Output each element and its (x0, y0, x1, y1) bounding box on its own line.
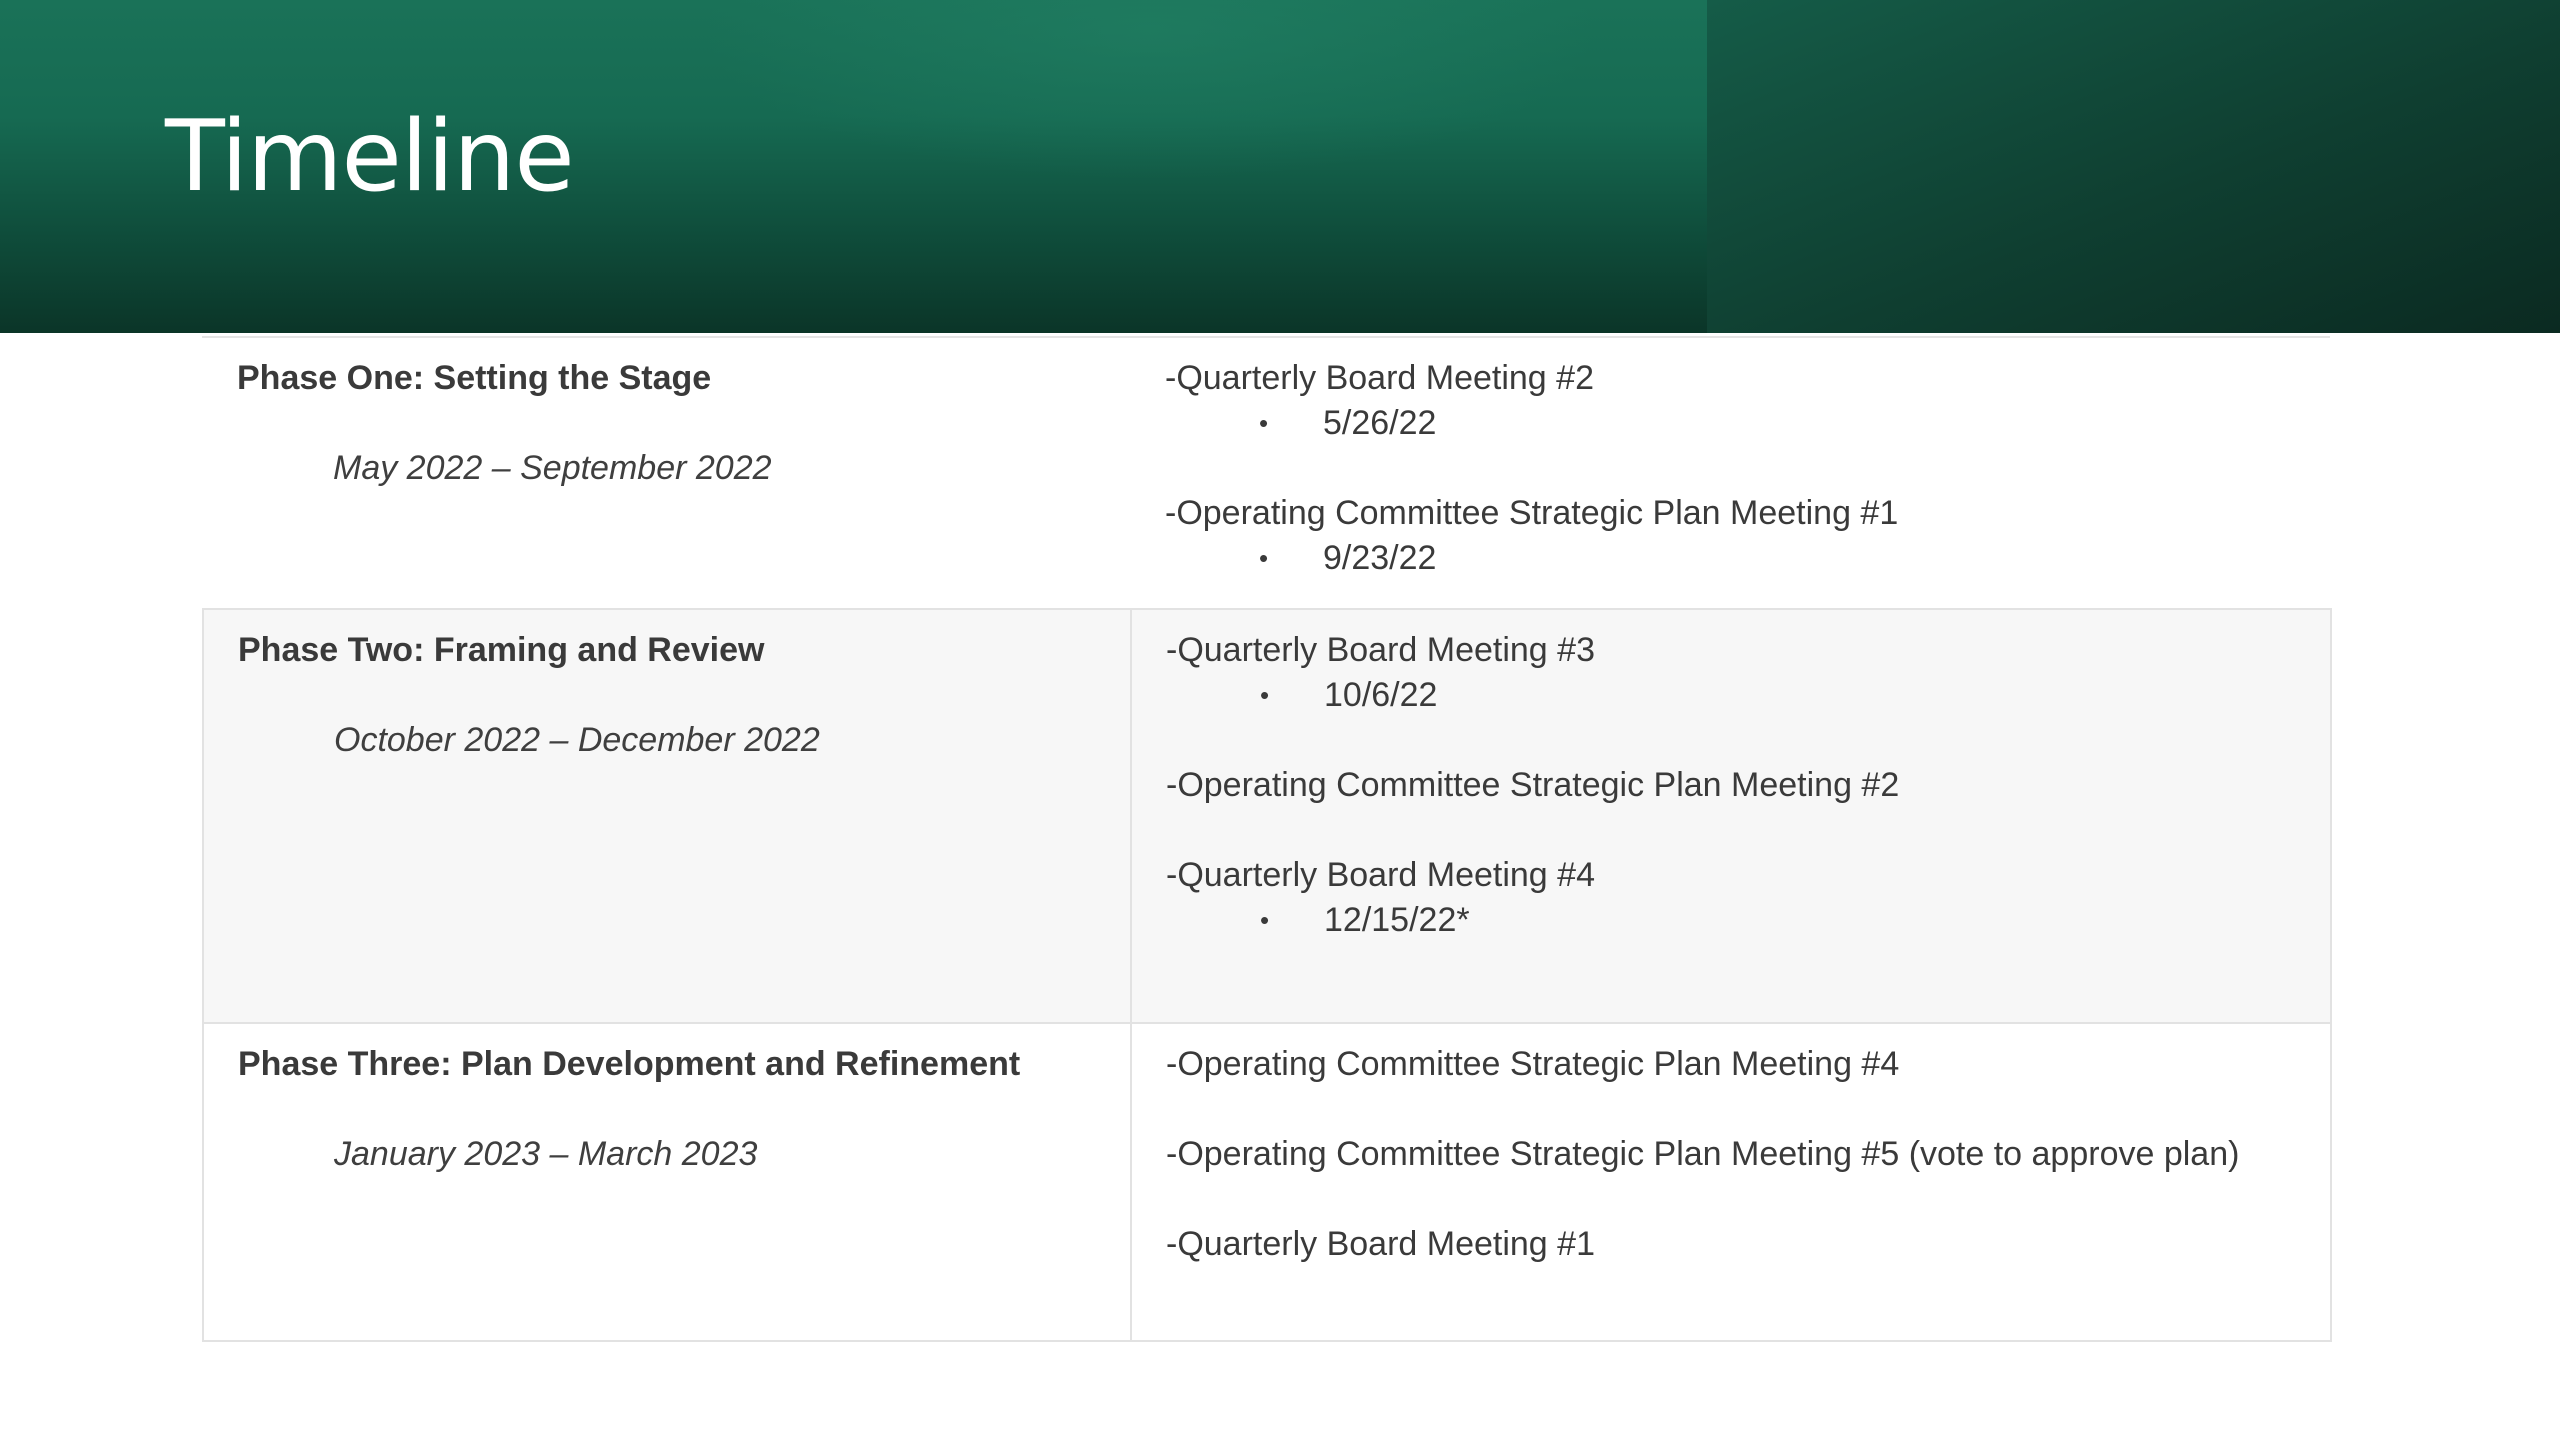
banner-right-panel (1707, 0, 2560, 333)
event-list: -Quarterly Board Meeting #3 • 10/6/22 -O… (1166, 628, 2296, 943)
bullet-icon: • (1260, 905, 1270, 935)
phase-row-2: Phase Two: Framing and Review October 20… (202, 608, 2332, 1024)
event-item: -Operating Committee Strategic Plan Meet… (1166, 1042, 2296, 1087)
event-date-item: • 12/15/22* (1166, 898, 2296, 943)
timeline-table: Phase One: Setting the Stage May 2022 – … (202, 338, 2332, 1342)
event-date-item: • 10/6/22 (1166, 673, 2296, 718)
event-title: -Operating Committee Strategic Plan Meet… (1166, 766, 1900, 804)
events-cell: -Quarterly Board Meeting #3 • 10/6/22 -O… (1130, 608, 2332, 1024)
phase-cell: Phase Two: Framing and Review October 20… (202, 608, 1132, 1024)
event-title: -Quarterly Board Meeting #1 (1166, 1225, 1595, 1263)
phase-dates: May 2022 – September 2022 (333, 449, 772, 487)
event-item: -Operating Committee Strategic Plan Meet… (1165, 491, 2297, 581)
banner-glow (700, 0, 1600, 180)
event-list: -Quarterly Board Meeting #2 • 5/26/22 -O… (1165, 356, 2297, 581)
phase-dates: January 2023 – March 2023 (334, 1135, 758, 1173)
bullet-icon: • (1259, 408, 1269, 438)
phase-name: Phase Three: Plan Development and Refine… (238, 1045, 1021, 1083)
event-item: -Quarterly Board Meeting #2 • 5/26/22 (1165, 356, 2297, 446)
event-item: -Quarterly Board Meeting #4 • 12/15/22* (1166, 853, 2296, 943)
bullet-icon: • (1259, 543, 1269, 573)
event-item: -Quarterly Board Meeting #1 (1166, 1222, 2296, 1267)
event-item: -Quarterly Board Meeting #3 • 10/6/22 (1166, 628, 2296, 718)
event-date: 12/15/22* (1324, 901, 1470, 939)
event-title: -Quarterly Board Meeting #4 (1166, 856, 1595, 894)
phase-name: Phase Two: Framing and Review (238, 631, 765, 669)
event-title: -Operating Committee Strategic Plan Meet… (1166, 1135, 2240, 1173)
event-item: -Operating Committee Strategic Plan Meet… (1166, 1132, 2296, 1177)
phase-cell: Phase Three: Plan Development and Refine… (202, 1022, 1132, 1342)
events-cell: -Quarterly Board Meeting #2 • 5/26/22 -O… (1131, 338, 2331, 609)
phase-row-1: Phase One: Setting the Stage May 2022 – … (203, 338, 2331, 609)
event-date: 9/23/22 (1323, 539, 1437, 577)
bullet-icon: • (1260, 680, 1270, 710)
phase-row-3: Phase Three: Plan Development and Refine… (202, 1022, 2332, 1342)
event-date: 10/6/22 (1324, 676, 1438, 714)
event-title: -Operating Committee Strategic Plan Meet… (1166, 1045, 1900, 1083)
event-date: 5/26/22 (1323, 404, 1437, 442)
slide: Timeline Phase One: Setting the Stage Ma… (0, 0, 2560, 1440)
event-list: -Operating Committee Strategic Plan Meet… (1166, 1042, 2296, 1267)
event-title: -Quarterly Board Meeting #2 (1165, 359, 1594, 397)
phase-name: Phase One: Setting the Stage (237, 359, 712, 397)
phase-dates: October 2022 – December 2022 (334, 721, 820, 759)
event-title: -Operating Committee Strategic Plan Meet… (1165, 494, 1899, 532)
event-item: -Operating Committee Strategic Plan Meet… (1166, 763, 2296, 808)
event-date-item: • 5/26/22 (1165, 401, 2297, 446)
slide-title: Timeline (165, 100, 575, 214)
event-date-item: • 9/23/22 (1165, 536, 2297, 581)
phase-cell: Phase One: Setting the Stage May 2022 – … (203, 338, 1131, 609)
event-title: -Quarterly Board Meeting #3 (1166, 631, 1595, 669)
title-banner: Timeline (0, 0, 2560, 333)
events-cell: -Operating Committee Strategic Plan Meet… (1130, 1022, 2332, 1342)
